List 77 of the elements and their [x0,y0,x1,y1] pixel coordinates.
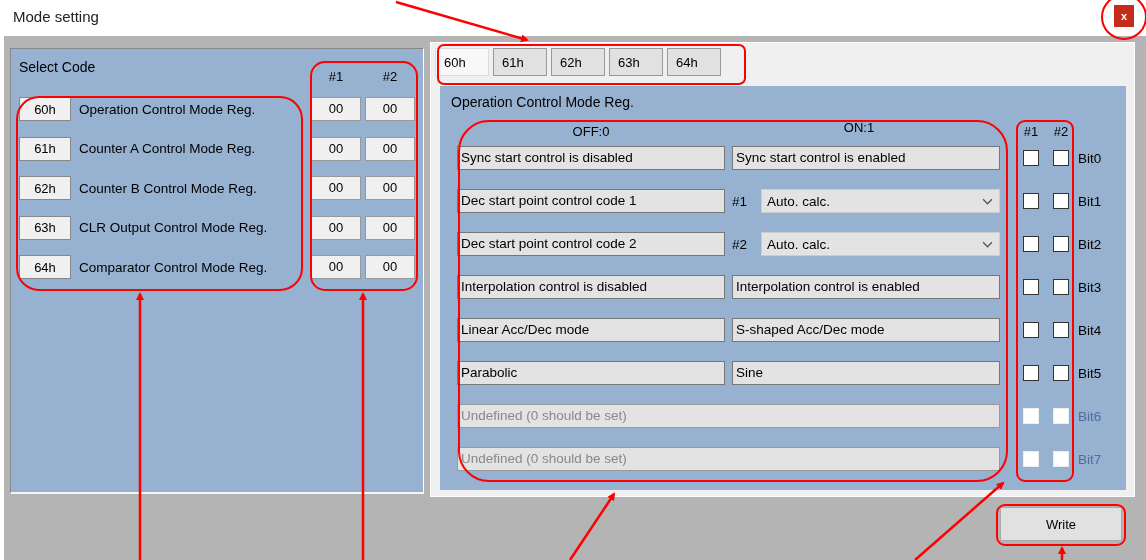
column-header: ON:1 [842,120,876,137]
checkbox[interactable] [1023,236,1039,252]
window-title: Mode setting [13,7,99,25]
code-button[interactable]: 60h [19,97,71,121]
dropdown[interactable]: Auto. calc. [761,232,1000,256]
register-title: Operation Control Mode Reg. [451,94,635,110]
off-description-field: Parabolic [457,361,725,385]
on-description-field: S-shaped Acc/Dec mode [732,318,1000,342]
checkbox[interactable] [1023,365,1039,381]
close-button[interactable]: x [1114,5,1134,27]
register-name: Counter A Control Mode Reg. [79,141,257,156]
checkbox[interactable] [1023,193,1039,209]
value-field: 00 [365,255,415,279]
bit-label: Bit1 [1078,193,1102,209]
column-header: #2 [1053,124,1069,138]
description-field: Undefined (0 should be set) [457,447,1000,471]
checkbox[interactable] [1023,279,1039,295]
bit-label: Bit4 [1078,322,1102,338]
select-label: #1 [732,193,749,209]
value-field: 00 [311,176,361,200]
code-button[interactable]: 64h [19,255,71,279]
value-field: 00 [311,215,361,240]
code-button[interactable]: 63h [19,215,71,240]
callout-arrow [568,492,616,560]
callout-arrow [1058,546,1066,560]
on-description-field: Sine [732,361,1000,385]
on-description-field: Interpolation control is enabled [732,275,1000,299]
off-description-field: Linear Acc/Dec mode [457,318,725,342]
checkbox[interactable] [1053,193,1069,209]
dropdown[interactable]: Auto. calc. [761,189,1000,213]
off-description-field: Interpolation control is disabled [457,275,725,299]
off-description-field: Sync start control is disabled [457,146,725,170]
tab[interactable]: 60h [435,48,489,76]
code-button[interactable]: 61h [19,136,71,161]
bit-label: Bit6 [1078,408,1102,424]
checkbox[interactable] [1053,150,1069,166]
off-description-field: Dec start point control code 1 [457,189,725,213]
bit-label: Bit7 [1078,451,1102,467]
highlight-outline [1101,0,1146,40]
register-name: Operation Control Mode Reg. [79,101,257,117]
chevron-down-icon [982,240,993,248]
checkbox[interactable] [1053,279,1069,295]
value-field: 00 [311,136,361,161]
section-title: Select Code [19,59,96,75]
value-field: 00 [365,97,415,121]
checkbox[interactable] [1053,322,1069,338]
on-description-field: Sync start control is enabled [732,146,1000,170]
checkbox[interactable] [1023,322,1039,338]
value-field: 00 [365,136,415,161]
select-label: #2 [732,236,749,252]
bit-label: Bit0 [1078,150,1102,166]
bit-label: Bit3 [1078,279,1102,295]
column-header: #2 [381,69,399,84]
chevron-down-icon [982,197,993,205]
value-field: 00 [311,255,361,279]
tab[interactable]: 61h [493,48,547,76]
checkbox[interactable] [1023,150,1039,166]
register-name: Counter B Control Mode Reg. [79,180,258,196]
register-name: Comparator Control Mode Reg. [79,259,269,275]
register-name: CLR Output Control Mode Reg. [79,220,269,235]
bit-label: Bit2 [1078,236,1102,252]
checkbox[interactable] [1053,365,1069,381]
tab[interactable]: 64h [667,48,721,76]
tab[interactable]: 63h [609,48,663,76]
value-field: 00 [365,215,415,240]
checkbox[interactable] [1053,236,1069,252]
column-header: #1 [327,69,345,84]
bit-label: Bit5 [1078,365,1102,381]
off-description-field: Dec start point control code 2 [457,232,725,256]
code-button[interactable]: 62h [19,176,71,200]
tab[interactable]: 62h [551,48,605,76]
description-field: Undefined (0 should be set) [457,404,1000,428]
column-header: #1 [1023,124,1039,138]
write-button[interactable]: Write [1000,507,1122,541]
value-field: 00 [311,97,361,121]
column-header: OFF:0 [571,123,611,138]
value-field: 00 [365,176,415,200]
